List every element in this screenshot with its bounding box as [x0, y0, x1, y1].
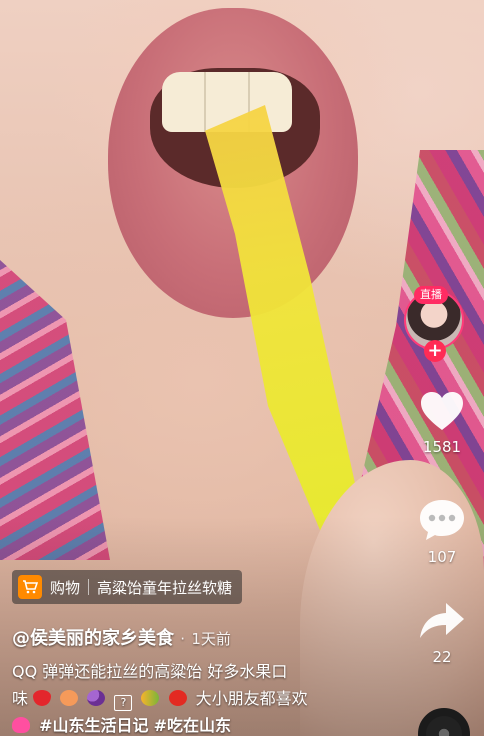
heart-emoji-icon: [12, 717, 30, 733]
comment-button[interactable]: 107: [400, 498, 484, 566]
mango-icon: [141, 690, 160, 706]
divider: [88, 579, 90, 595]
comment-count: 107: [427, 548, 457, 566]
description-prefix: 味: [12, 689, 29, 708]
description-line-2: 味 ? 大小朋友都喜欢: [12, 685, 372, 712]
shopping-label: 购物: [50, 578, 81, 597]
strawberry-icon: [33, 690, 52, 706]
separator-dot: ·: [180, 630, 186, 648]
cart-icon: [18, 575, 42, 599]
hashtag-shandong-life[interactable]: #山东生活日记: [39, 716, 148, 735]
grape-icon: [87, 690, 106, 706]
video-feed-screen[interactable]: 直播 + 1581 107 22 购物 高粱饴童年拉丝软糖 @侯美丽的家乡美食 …: [0, 0, 484, 736]
hashtag-eat-in-shandong[interactable]: #吃在山东: [154, 716, 231, 735]
product-name: 高粱饴童年拉丝软糖: [97, 578, 233, 597]
description-line-1: QQ 弹弹还能拉丝的高粱饴 好多水果口: [12, 662, 288, 681]
author-handle[interactable]: @侯美丽的家乡美食: [12, 628, 174, 649]
follow-button[interactable]: +: [424, 340, 446, 362]
author-line: @侯美丽的家乡美食 · 1天前: [12, 624, 231, 650]
shopping-tag[interactable]: 购物 高粱饴童年拉丝软糖: [12, 570, 243, 604]
live-badge: 直播: [414, 286, 448, 304]
peach-icon: [60, 690, 79, 706]
comment-icon: [420, 500, 464, 540]
description-line-3: #山东生活日记 #吃在山东: [12, 712, 372, 736]
video-description: QQ 弹弹还能拉丝的高粱饴 好多水果口 味 ? 大小朋友都喜欢 #山东生活日记 …: [12, 658, 372, 736]
post-time: 1天前: [191, 630, 231, 648]
share-count: 22: [432, 648, 452, 666]
share-icon: [420, 603, 464, 638]
like-count: 1581: [422, 438, 462, 456]
heart-icon: [421, 392, 463, 430]
scarf-pattern-left: [0, 260, 110, 560]
description-suffix: 大小朋友都喜欢: [195, 689, 308, 708]
share-button[interactable]: 22: [400, 600, 484, 666]
apple-icon: [168, 690, 187, 706]
unknown-glyph-icon: ?: [114, 695, 133, 711]
like-button[interactable]: 1581: [400, 390, 484, 456]
plus-icon: +: [427, 340, 443, 361]
